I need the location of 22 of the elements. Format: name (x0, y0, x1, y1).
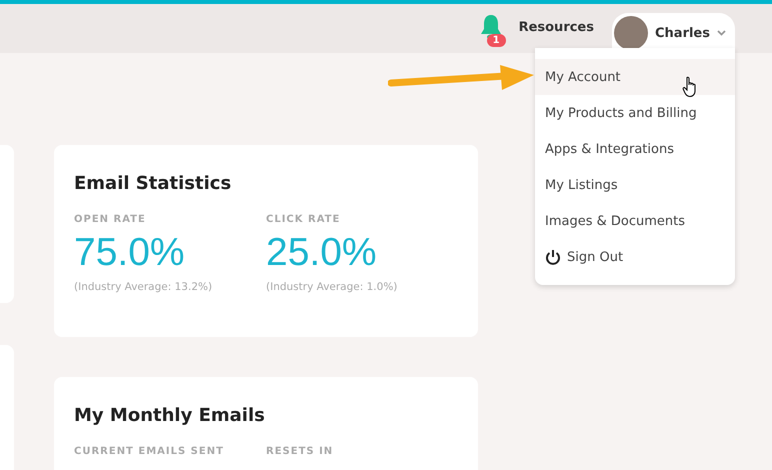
notification-badge: 1 (486, 34, 506, 46)
hand-cursor-icon (682, 76, 698, 98)
resources-link[interactable]: Resources (518, 20, 594, 35)
menu-item[interactable]: Sign Out (535, 239, 735, 275)
avatar-circle (614, 16, 648, 50)
stat-value: 25.0% (266, 231, 378, 275)
stat-label: CLICK RATE (266, 214, 342, 225)
menu-item[interactable]: My Listings (535, 167, 735, 203)
menu-item[interactable]: Images & Documents (535, 203, 735, 239)
power-icon (545, 249, 561, 265)
card-title: My Monthly Emails (74, 405, 266, 426)
menu-item[interactable]: My Products and Billing (535, 95, 735, 131)
stat-note: (Industry Average: 13.2%) (74, 281, 214, 293)
stat-value: 75.0% (74, 231, 186, 275)
menu-item[interactable]: My Account (535, 59, 735, 95)
card-title: Email Statistics (74, 173, 232, 194)
stat-label: OPEN RATE (74, 214, 147, 225)
stat-label: RESETS IN (266, 446, 334, 457)
menu-item[interactable]: Apps & Integrations (535, 131, 735, 167)
stat-label: CURRENT EMAILS SENT (74, 446, 225, 457)
stat-note: (Industry Average: 1.0%) (266, 281, 398, 293)
chevron-icon (717, 30, 726, 36)
